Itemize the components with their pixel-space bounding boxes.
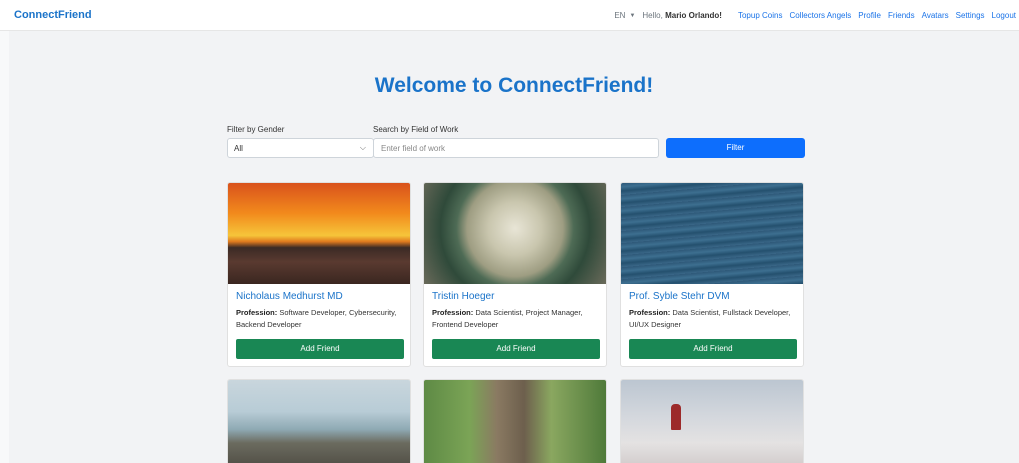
- friend-card: [227, 379, 411, 463]
- nav-link-topup-coins[interactable]: Topup Coins: [738, 11, 782, 20]
- card-profession: Profession: Software Developer, Cybersec…: [236, 307, 406, 331]
- profession-label: Profession:: [432, 308, 474, 317]
- page-title: Welcome to ConnectFriend!: [374, 74, 654, 97]
- work-search-input[interactable]: Enter field of work: [373, 138, 659, 158]
- main-content: Welcome to ConnectFriend! Filter by Gend…: [9, 31, 1019, 463]
- card-photo: [228, 380, 410, 463]
- nav-link-collectors-angels[interactable]: Collectors Angels: [789, 11, 851, 20]
- language-label: EN: [614, 11, 626, 20]
- friend-card: Prof. Syble Stehr DVM Profession: Data S…: [620, 182, 804, 367]
- card-photo: [228, 183, 410, 284]
- card-profession: Profession: Data Scientist, Project Mana…: [432, 307, 602, 331]
- add-friend-button[interactable]: Add Friend: [432, 339, 600, 359]
- gender-select-value: All: [234, 144, 243, 153]
- top-navbar: ConnectFriend EN ▼ Hello, Mario Orlando!…: [0, 0, 1019, 31]
- card-photo: [424, 380, 606, 463]
- card-photo: [424, 183, 606, 284]
- card-photo: [621, 183, 803, 284]
- user-name: Mario Orlando!: [665, 11, 722, 20]
- gender-select[interactable]: All ⌵: [227, 138, 374, 158]
- card-name[interactable]: Tristin Hoeger: [432, 291, 494, 302]
- brand-logo[interactable]: ConnectFriend: [14, 9, 92, 21]
- person-figure: [671, 404, 681, 430]
- friend-card: Nicholaus Medhurst MD Profession: Softwa…: [227, 182, 411, 367]
- nav-link-settings[interactable]: Settings: [956, 11, 985, 20]
- profession-label: Profession:: [629, 308, 671, 317]
- add-friend-button[interactable]: Add Friend: [236, 339, 404, 359]
- nav-right: EN ▼ Hello, Mario Orlando! Topup Coins C…: [614, 11, 1016, 20]
- friend-card: [423, 379, 607, 463]
- greeting-prefix: Hello,: [642, 11, 663, 20]
- add-friend-button[interactable]: Add Friend: [629, 339, 797, 359]
- work-search-label: Search by Field of Work: [373, 125, 459, 134]
- nav-link-avatars[interactable]: Avatars: [922, 11, 949, 20]
- caret-down-icon: ▼: [629, 12, 636, 19]
- language-dropdown[interactable]: EN ▼: [614, 11, 635, 20]
- friend-card: Tristin Hoeger Profession: Data Scientis…: [423, 182, 607, 367]
- card-name[interactable]: Nicholaus Medhurst MD: [236, 291, 343, 302]
- card-name[interactable]: Prof. Syble Stehr DVM: [629, 291, 730, 302]
- nav-link-logout[interactable]: Logout: [992, 11, 1016, 20]
- profession-label: Profession:: [236, 308, 278, 317]
- chevron-down-icon: ⌵: [359, 143, 366, 152]
- filter-button[interactable]: Filter: [666, 138, 805, 158]
- greeting: Hello, Mario Orlando!: [642, 11, 722, 20]
- gender-filter-label: Filter by Gender: [227, 125, 285, 134]
- card-photo: [621, 380, 803, 463]
- card-profession: Profession: Data Scientist, Fullstack De…: [629, 307, 799, 331]
- nav-link-friends[interactable]: Friends: [888, 11, 915, 20]
- friend-card: [620, 379, 804, 463]
- nav-link-profile[interactable]: Profile: [858, 11, 881, 20]
